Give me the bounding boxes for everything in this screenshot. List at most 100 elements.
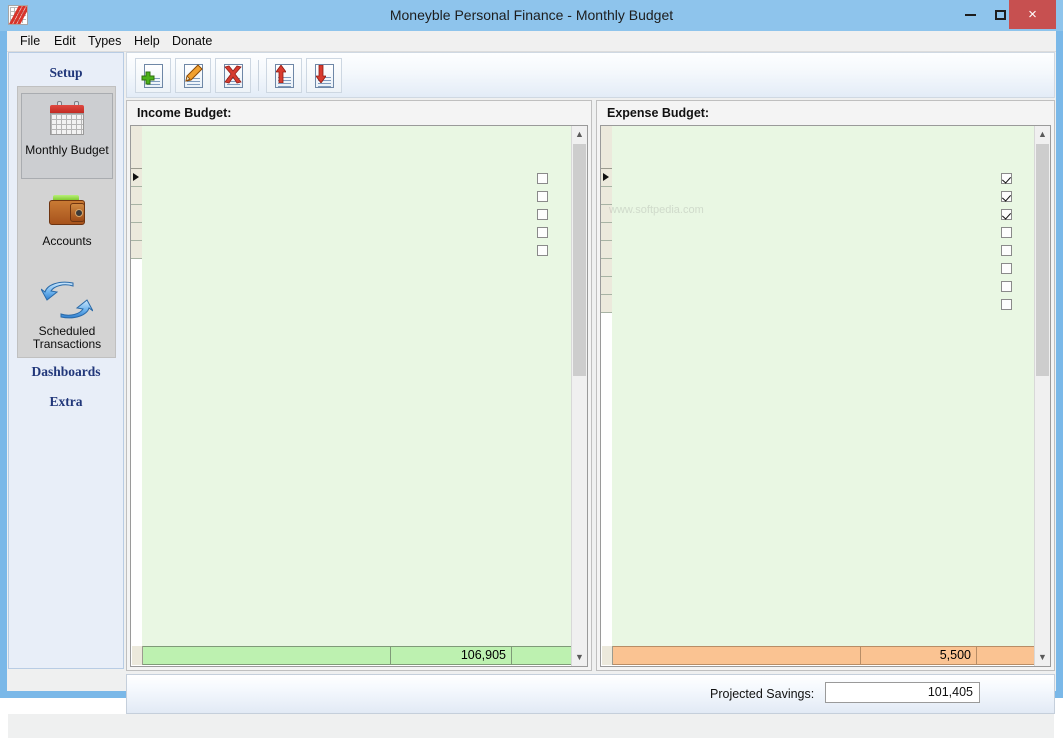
scroll-down-icon[interactable]: ▼ — [572, 649, 587, 666]
expense-total-chk — [977, 646, 1037, 665]
income-scroll-thumb[interactable] — [573, 144, 586, 376]
weekly-subtotal-checkbox[interactable] — [1001, 227, 1012, 238]
arrow-down-badge-icon — [316, 65, 326, 83]
scroll-up-icon[interactable]: ▲ — [1035, 126, 1050, 143]
toolbar — [126, 52, 1055, 98]
sidebar-group-dashboards[interactable]: Dashboards — [9, 364, 123, 380]
expense-total-row: 5,500 — [602, 646, 1049, 665]
current-row-caret-icon — [603, 173, 609, 181]
income-grid-filler — [142, 126, 571, 647]
expense-total-amount: 5,500 — [861, 646, 977, 665]
weekly-subtotal-checkbox[interactable] — [537, 245, 548, 256]
row-selector-cell[interactable] — [601, 205, 612, 223]
row-selector-cell[interactable] — [601, 187, 612, 205]
expense-panel-caption: Expense Budget: — [607, 106, 709, 120]
scroll-up-icon[interactable]: ▲ — [572, 126, 587, 143]
close-button[interactable]: × — [1009, 0, 1056, 29]
sidebar-setup-panel: Monthly Budget Accounts — [17, 86, 116, 358]
plus-badge-icon — [140, 71, 156, 87]
client-bottom-spacer — [8, 714, 1054, 738]
row-selector-cell[interactable] — [131, 169, 142, 187]
arrow-up-badge-icon — [276, 65, 286, 83]
current-row-caret-icon — [133, 173, 139, 181]
income-total-rowhdr — [132, 646, 143, 665]
income-total-amount: 106,905 — [391, 646, 512, 665]
red-x-badge-icon — [223, 65, 243, 85]
expense-vertical-scrollbar[interactable]: ▲ ▼ — [1034, 126, 1050, 666]
weekly-subtotal-checkbox[interactable] — [1001, 191, 1012, 202]
minimize-icon — [965, 14, 976, 16]
maximize-icon — [995, 10, 1006, 20]
weekly-subtotal-checkbox[interactable] — [537, 173, 548, 184]
sidebar-item-label-line2: Transactions — [21, 338, 113, 351]
sidebar-group-extra[interactable]: Extra — [9, 394, 123, 410]
add-record-button[interactable] — [135, 58, 171, 93]
expense-scroll-thumb[interactable] — [1036, 144, 1049, 376]
income-panel-caption: Income Budget: — [137, 106, 231, 120]
menu-item-donate[interactable]: Donate — [165, 31, 219, 52]
weekly-subtotal-checkbox[interactable] — [1001, 281, 1012, 292]
expense-total-rowhdr — [602, 646, 613, 665]
income-vertical-scrollbar[interactable]: ▲ ▼ — [571, 126, 587, 666]
row-selector-header — [601, 126, 612, 169]
menu-item-file[interactable]: File — [13, 31, 47, 52]
sidebar-item-label: Accounts — [21, 235, 113, 248]
income-grid[interactable]: Monthly Budget Amount WeeklySubtotal Sal… — [130, 125, 588, 667]
weekly-subtotal-checkbox[interactable] — [1001, 263, 1012, 274]
expense-budget-panel: Expense Budget: Monthly Budget Amount We — [596, 100, 1055, 671]
row-selector-cell[interactable] — [131, 223, 142, 241]
income-total-name — [143, 646, 391, 665]
row-selector-cell[interactable] — [601, 169, 612, 187]
row-selector-cell[interactable] — [601, 295, 612, 313]
status-bar: Projected Savings: 101,405 — [126, 674, 1055, 714]
window-title: Moneyble Personal Finance - Monthly Budg… — [0, 0, 1063, 31]
projected-savings-value: 101,405 — [825, 682, 980, 703]
pencil-badge-icon — [183, 64, 203, 84]
edit-record-button[interactable] — [175, 58, 211, 93]
move-down-button[interactable] — [306, 58, 342, 93]
client-area: Setup Monthly Budget — [7, 52, 1056, 691]
expense-grid-filler — [612, 126, 1034, 647]
row-selector-cell[interactable] — [601, 241, 612, 259]
scroll-down-icon[interactable]: ▼ — [1035, 649, 1050, 666]
row-selector-header — [131, 126, 142, 169]
sidebar-group-setup[interactable]: Setup — [9, 65, 123, 81]
delete-record-button[interactable] — [215, 58, 251, 93]
calendar-icon — [46, 100, 88, 140]
menu-item-edit[interactable]: Edit — [47, 31, 83, 52]
title-bar: Moneyble Personal Finance - Monthly Budg… — [0, 0, 1063, 31]
sync-arrows-icon — [41, 279, 93, 321]
sidebar: Setup Monthly Budget — [8, 52, 124, 669]
sync-arrows-svg — [41, 279, 93, 321]
move-up-button[interactable] — [266, 58, 302, 93]
row-selector-cell[interactable] — [131, 241, 142, 259]
weekly-subtotal-checkbox[interactable] — [537, 209, 548, 220]
row-selector-cell[interactable] — [601, 223, 612, 241]
weekly-subtotal-checkbox[interactable] — [1001, 299, 1012, 310]
weekly-subtotal-checkbox[interactable] — [537, 227, 548, 238]
wallet-icon — [46, 191, 88, 231]
row-selector-cell[interactable] — [131, 187, 142, 205]
projected-savings-label: Projected Savings: — [710, 687, 814, 701]
menu-item-help[interactable]: Help — [127, 31, 167, 52]
weekly-subtotal-checkbox[interactable] — [1001, 245, 1012, 256]
weekly-subtotal-checkbox[interactable] — [537, 191, 548, 202]
sidebar-item-monthly-budget[interactable]: Monthly Budget — [21, 93, 113, 179]
income-total-chk — [512, 646, 574, 665]
row-selector-cell[interactable] — [131, 205, 142, 223]
weekly-subtotal-checkbox[interactable] — [1001, 209, 1012, 220]
sidebar-item-scheduled-transactions[interactable]: Scheduled Transactions — [21, 273, 113, 355]
sidebar-bottom-spacer — [8, 670, 124, 690]
expense-total-name — [613, 646, 861, 665]
weekly-subtotal-checkbox[interactable] — [1001, 173, 1012, 184]
row-selector-cell[interactable] — [601, 277, 612, 295]
application-window: Moneyble Personal Finance - Monthly Budg… — [0, 0, 1063, 698]
menu-bar: File Edit Types Help Donate — [7, 31, 1056, 52]
toolbar-separator — [258, 60, 259, 91]
row-selector-cell[interactable] — [601, 259, 612, 277]
menu-item-types[interactable]: Types — [81, 31, 128, 52]
expense-grid[interactable]: Monthly Budget Amount WeeklySubtotal Foo… — [600, 125, 1051, 667]
sidebar-item-accounts[interactable]: Accounts — [21, 185, 113, 269]
income-budget-panel: Income Budget: Monthly Budget Amount Wee — [126, 100, 592, 671]
income-total-row: 106,905 — [132, 646, 586, 665]
